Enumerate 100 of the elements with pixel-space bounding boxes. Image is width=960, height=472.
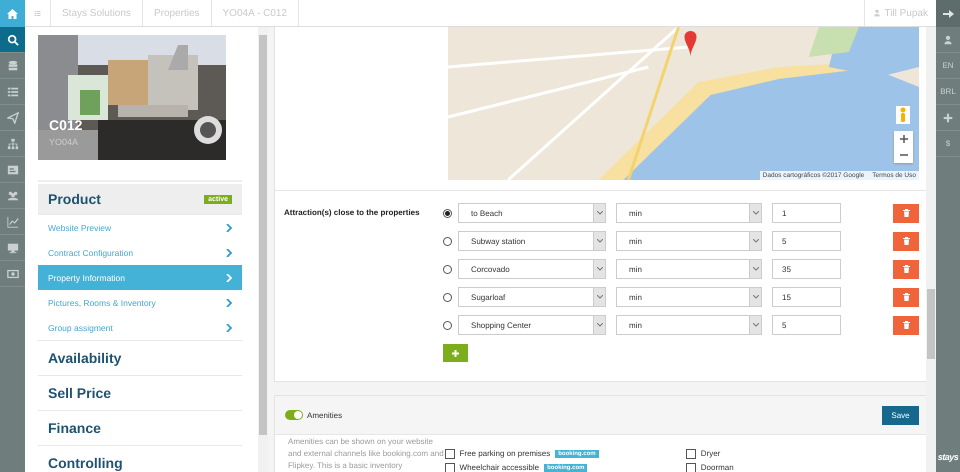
attraction-select[interactable]: Sugarloaf bbox=[458, 287, 606, 307]
caret-icon bbox=[596, 267, 602, 271]
trash-icon bbox=[902, 321, 910, 329]
plus-icon bbox=[943, 112, 953, 122]
toggle-switch[interactable] bbox=[285, 410, 303, 420]
trash-icon bbox=[902, 237, 910, 245]
field-label: Attraction(s) close to the properties bbox=[284, 207, 421, 219]
menu-item-label: Group assigment bbox=[48, 322, 113, 332]
caret-icon bbox=[596, 295, 602, 299]
monitor-icon bbox=[6, 242, 18, 254]
attraction-select[interactable]: to Beach bbox=[458, 203, 606, 223]
trash-icon bbox=[902, 293, 910, 301]
radio-button[interactable] bbox=[443, 208, 452, 218]
delete-button[interactable] bbox=[893, 260, 919, 278]
menu-item-label: Website Preview bbox=[48, 222, 112, 232]
chevron-icon bbox=[226, 298, 232, 306]
delete-button[interactable] bbox=[893, 232, 919, 250]
attraction-select[interactable]: Corcovado bbox=[458, 259, 606, 279]
chevron-icon bbox=[226, 274, 232, 282]
checkbox[interactable] bbox=[686, 448, 696, 458]
chevron-icon bbox=[226, 224, 232, 232]
scrollbar[interactable] bbox=[926, 27, 936, 472]
user-icon bbox=[873, 9, 882, 17]
caret-icon bbox=[596, 323, 602, 327]
distance-input[interactable]: 15 bbox=[772, 287, 841, 307]
menu-item-label: Property Information bbox=[48, 272, 126, 282]
database-icon bbox=[6, 60, 18, 72]
section-title: Product bbox=[48, 191, 101, 207]
description-text: Amenities can be shown on your website and external channels like booking.com and Flipkey. This is a basic inventory bbox=[288, 436, 445, 472]
menu-section-header[interactable]: Controlling bbox=[38, 446, 242, 472]
unit-select[interactable]: min bbox=[616, 203, 762, 223]
menu-item-label: Pictures, Rooms & Inventory bbox=[48, 298, 156, 308]
toggle-label: Amenities bbox=[307, 410, 342, 420]
home-button[interactable] bbox=[0, 0, 25, 27]
caret-icon bbox=[752, 239, 758, 243]
radio-button[interactable] bbox=[443, 320, 452, 330]
property-code: C012 bbox=[49, 117, 82, 133]
caret-icon bbox=[752, 267, 758, 271]
trash-icon bbox=[902, 209, 910, 217]
radio-button[interactable] bbox=[443, 292, 452, 302]
section-title: Sell Price bbox=[48, 385, 112, 401]
menu-section-header[interactable]: Availability bbox=[38, 341, 242, 376]
caret-icon bbox=[596, 239, 602, 243]
plus-icon bbox=[900, 135, 908, 143]
delete-button[interactable] bbox=[893, 204, 919, 222]
plus-icon bbox=[452, 350, 459, 356]
unit-select[interactable]: min bbox=[616, 287, 762, 307]
money-icon bbox=[6, 268, 18, 280]
add-button[interactable] bbox=[443, 344, 468, 362]
delete-button[interactable] bbox=[893, 316, 919, 334]
section-title: Controlling bbox=[48, 455, 123, 471]
trash-icon bbox=[902, 265, 910, 273]
person-icon[interactable] bbox=[896, 106, 910, 124]
checkbox-label: Wheelchair accessible bbox=[460, 463, 540, 472]
scrollbar[interactable] bbox=[258, 27, 268, 472]
chart-icon bbox=[6, 216, 18, 228]
brand-logo: stays bbox=[936, 452, 960, 462]
checkbox-label: Doorman bbox=[700, 463, 734, 472]
chevron-icon bbox=[226, 248, 232, 256]
distance-input[interactable]: 1 bbox=[772, 203, 841, 223]
send-icon bbox=[6, 112, 18, 124]
checkbox[interactable] bbox=[686, 462, 696, 472]
caret-icon bbox=[596, 211, 602, 215]
arrow-icon bbox=[942, 8, 954, 18]
menu-section-header[interactable]: Finance bbox=[38, 411, 242, 446]
distance-input[interactable]: 5 bbox=[772, 231, 841, 251]
list-icon bbox=[6, 86, 18, 98]
home-icon bbox=[7, 8, 18, 18]
unit-select[interactable]: min bbox=[616, 259, 762, 279]
zoom-out-button[interactable] bbox=[894, 147, 913, 163]
sitemap-icon bbox=[6, 138, 18, 150]
attraction-select[interactable]: Subway station bbox=[458, 231, 606, 251]
menu-section-header[interactable]: Sell Price bbox=[38, 376, 242, 411]
menu-item-label: Contract Configuration bbox=[48, 248, 134, 258]
logout-button[interactable] bbox=[936, 0, 960, 27]
radio-button[interactable] bbox=[443, 236, 452, 246]
caret-icon bbox=[752, 295, 758, 299]
section-title: Availability bbox=[48, 350, 122, 366]
chevron-icon bbox=[226, 324, 232, 332]
distance-input[interactable]: 35 bbox=[772, 259, 841, 279]
distance-input[interactable]: 5 bbox=[772, 315, 841, 335]
save-button[interactable]: Save bbox=[882, 406, 919, 424]
users-icon bbox=[6, 190, 18, 202]
radio-button[interactable] bbox=[443, 264, 452, 274]
attraction-select[interactable]: Shopping Center bbox=[458, 315, 606, 335]
caret-icon bbox=[752, 211, 758, 215]
search-nav-button[interactable] bbox=[0, 27, 25, 53]
unit-select[interactable]: min bbox=[616, 315, 762, 335]
checkbox-label: Free parking on premises bbox=[460, 449, 550, 458]
user-icon bbox=[943, 34, 953, 44]
delete-button[interactable] bbox=[893, 288, 919, 306]
zoom-in-button[interactable] bbox=[894, 131, 913, 147]
checkbox[interactable] bbox=[444, 448, 455, 458]
checkbox-label: Dryer bbox=[700, 449, 720, 458]
section-title: Finance bbox=[48, 420, 101, 436]
caret-icon bbox=[752, 323, 758, 327]
card-icon bbox=[6, 164, 18, 176]
checkbox[interactable] bbox=[444, 462, 455, 472]
search-icon bbox=[6, 34, 18, 46]
unit-select[interactable]: min bbox=[616, 231, 762, 251]
